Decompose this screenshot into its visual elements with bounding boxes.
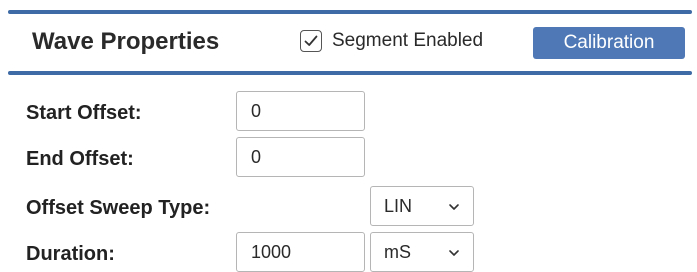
offset-sweep-type-select[interactable]: LIN (370, 186, 474, 226)
duration-input[interactable]: 1000 (236, 232, 365, 272)
end-offset-input[interactable]: 0 (236, 137, 365, 177)
offset-sweep-type-value: LIN (384, 195, 413, 216)
panel-title: Wave Properties (32, 28, 220, 55)
start-offset-input[interactable]: 0 (236, 91, 365, 131)
segment-enabled-checkbox[interactable] (300, 30, 322, 52)
duration-label: Duration: (26, 243, 115, 265)
duration-unit-value: mS (384, 241, 411, 262)
segment-enabled-toggle[interactable]: Segment Enabled (300, 30, 483, 52)
chevron-down-icon (449, 204, 459, 210)
header-bottom-rule (8, 71, 692, 75)
segment-enabled-label: Segment Enabled (332, 30, 484, 51)
duration-unit-select[interactable]: mS (370, 232, 474, 272)
offset-sweep-type-label: Offset Sweep Type: (26, 197, 211, 219)
calibration-button[interactable]: Calibration (533, 27, 685, 59)
start-offset-label: Start Offset: (26, 102, 142, 124)
panel-header: Wave Properties Segment Enabled Calibrat… (0, 14, 697, 71)
chevron-down-icon (449, 250, 459, 256)
end-offset-label: End Offset: (26, 148, 134, 170)
check-icon (304, 35, 318, 46)
